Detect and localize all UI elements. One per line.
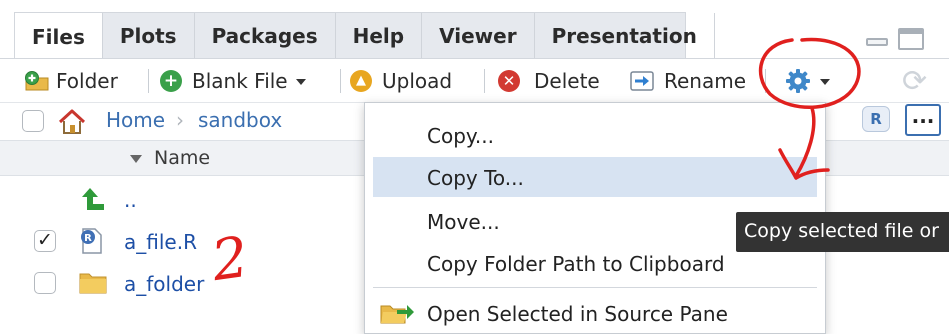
plus-circle-icon: +: [160, 70, 182, 92]
menu-item-copy[interactable]: Copy...: [365, 115, 825, 155]
menu-item-label: Copy To...: [427, 166, 524, 190]
blank-file-button[interactable]: + Blank File: [160, 65, 306, 97]
delete-label: Delete: [534, 69, 600, 93]
minimize-pane-button[interactable]: [866, 38, 888, 46]
upload-label: Upload: [382, 69, 453, 93]
tab-files[interactable]: Files: [15, 13, 103, 60]
chevron-down-icon: [295, 79, 306, 85]
sort-descending-icon: [130, 155, 142, 163]
go-to-directory-button[interactable]: ...: [905, 104, 941, 136]
home-icon[interactable]: [58, 109, 86, 135]
rename-icon: [630, 70, 656, 92]
menu-item-open-in-source-pane[interactable]: Open Selected in Source Pane: [365, 293, 825, 333]
delete-icon: ✕: [498, 70, 520, 92]
upload-icon: ▲: [350, 70, 372, 92]
menu-item-label: Open Selected in Source Pane: [427, 302, 728, 326]
r-project-icon[interactable]: R: [862, 106, 890, 132]
maximize-pane-button[interactable]: [898, 28, 924, 50]
delete-button[interactable]: ✕ Delete: [498, 65, 600, 97]
file-checkbox-checked[interactable]: ✓: [34, 230, 56, 252]
breadcrumb-separator: ›: [176, 108, 184, 132]
svg-text:R: R: [84, 233, 92, 244]
copy-tooltip: Copy selected file or: [736, 212, 949, 252]
file-checkbox[interactable]: [34, 272, 56, 294]
chevron-down-icon: [820, 79, 830, 85]
tab-presentation[interactable]: Presentation: [535, 13, 715, 59]
toolbar-separator: [148, 69, 149, 93]
tab-strip: Files Plots Packages Help Viewer Present…: [14, 12, 715, 60]
upload-button[interactable]: ▲ Upload: [350, 65, 452, 97]
rename-label: Rename: [664, 69, 747, 93]
files-toolbar: Folder + Blank File ▲ Upload ✕ Delete Re…: [0, 58, 949, 102]
name-column-header[interactable]: Name: [154, 147, 210, 169]
toolbar-separator: [340, 69, 341, 93]
file-name-link[interactable]: ..: [124, 188, 137, 212]
file-name-link[interactable]: a_folder: [124, 272, 204, 296]
tab-viewer[interactable]: Viewer: [422, 13, 535, 59]
tab-packages[interactable]: Packages: [195, 13, 336, 59]
blank-file-label: Blank File: [192, 69, 288, 93]
refresh-icon[interactable]: ⟳: [902, 64, 927, 99]
r-file-icon: R: [78, 227, 104, 255]
menu-separator: [373, 287, 817, 288]
new-folder-button[interactable]: Folder: [24, 65, 118, 97]
gear-icon: [784, 67, 812, 95]
tab-plots[interactable]: Plots: [103, 13, 195, 59]
toolbar-separator: [484, 69, 485, 93]
select-all-checkbox[interactable]: [22, 110, 44, 132]
new-folder-label: Folder: [56, 69, 118, 93]
new-folder-icon: [24, 69, 50, 93]
pane-tab-bar: Files Plots Packages Help Viewer Present…: [0, 0, 949, 60]
file-name-link[interactable]: a_file.R: [124, 230, 197, 254]
breadcrumb-sandbox[interactable]: sandbox: [198, 108, 282, 132]
folder-icon: [78, 270, 108, 296]
breadcrumb-home[interactable]: Home: [106, 108, 165, 132]
parent-directory-icon: [80, 186, 106, 214]
menu-item-label: Copy...: [427, 124, 494, 148]
rename-button[interactable]: Rename: [630, 65, 746, 97]
menu-item-label: Move...: [427, 210, 500, 234]
toolbar-separator: [765, 69, 766, 93]
open-folder-arrow-icon: [379, 300, 415, 326]
tab-help[interactable]: Help: [336, 13, 423, 59]
menu-item-label: Copy Folder Path to Clipboard: [427, 252, 725, 276]
more-actions-gear-button[interactable]: [784, 65, 830, 97]
menu-item-copy-to[interactable]: Copy To...: [373, 157, 817, 197]
